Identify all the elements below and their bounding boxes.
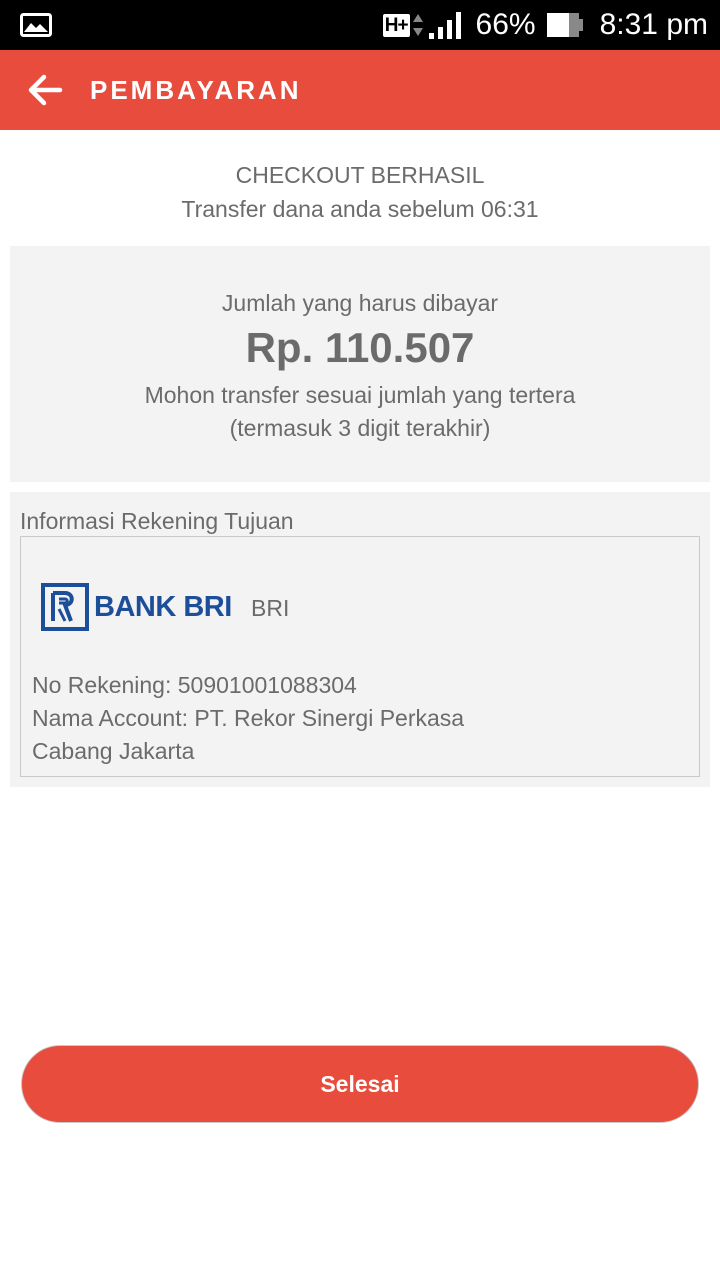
- clock: 8:31 pm: [599, 8, 708, 41]
- amount-note: Mohon transfer sesuai jumlah yang terter…: [144, 382, 576, 408]
- account-number: No Rekening: 50901001088304: [32, 672, 357, 698]
- bank-logo: BANK BRI: [41, 583, 232, 631]
- bank-logo-text: BANK BRI: [94, 590, 232, 623]
- battery-percent: 66%: [475, 8, 536, 41]
- network-indicator: H+: [382, 12, 424, 38]
- bank-code: BRI: [251, 595, 290, 621]
- status-bar: H+ 66% 8:31 pm: [0, 0, 720, 50]
- network-type: H+: [382, 13, 410, 37]
- amount-value: Rp. 110.507: [245, 324, 475, 371]
- account-info-card: Informasi Rekening Tujuan BANK BRI BRI N…: [10, 492, 710, 787]
- app-bar: PEMBAYARAN: [0, 50, 720, 130]
- account-details-box: BANK BRI BRI No Rekening: 50901001088304…: [20, 536, 700, 777]
- account-name: Nama Account: PT. Rekor Sinergi Perkasa: [32, 705, 465, 731]
- gallery-notification-icon: [20, 13, 52, 37]
- checkout-status-title: CHECKOUT BERHASIL: [235, 162, 485, 188]
- battery-icon: [546, 13, 583, 37]
- signal-strength-icon: [428, 12, 461, 39]
- account-info-heading: Informasi Rekening Tujuan: [20, 508, 294, 534]
- transfer-deadline: Transfer dana anda sebelum 06:31: [181, 196, 539, 222]
- data-activity-icon: [412, 14, 423, 36]
- arrow-left-icon: [28, 74, 63, 106]
- back-button[interactable]: [18, 66, 72, 114]
- amount-note-digits: (termasuk 3 digit terakhir): [229, 415, 491, 441]
- done-button[interactable]: Selesai: [21, 1045, 699, 1123]
- amount-label: Jumlah yang harus dibayar: [221, 290, 499, 316]
- page-title: PEMBAYARAN: [90, 75, 302, 105]
- amount-card: Jumlah yang harus dibayar Rp. 110.507 Mo…: [10, 246, 710, 482]
- bri-logo-icon: [41, 583, 89, 631]
- account-branch: Cabang Jakarta: [32, 738, 195, 764]
